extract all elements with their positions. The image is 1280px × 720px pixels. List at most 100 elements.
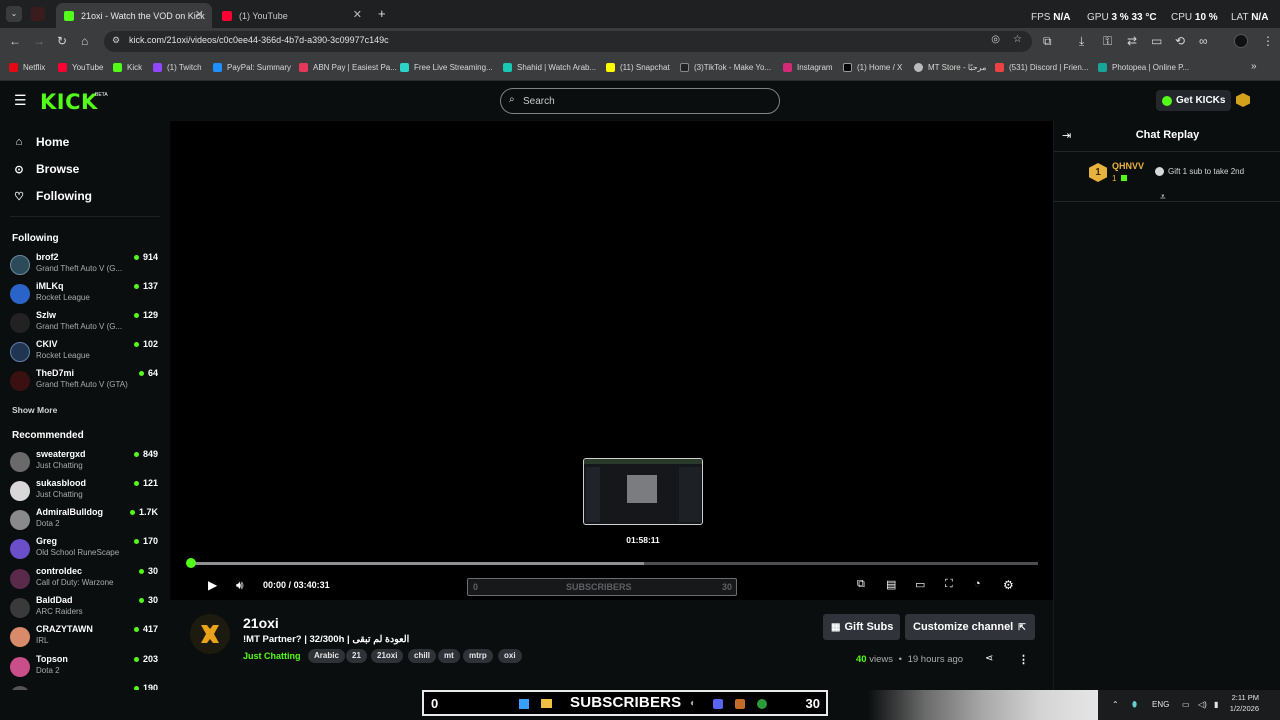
- sidebar-channel-partial[interactable]: 190: [10, 683, 160, 690]
- new-tab-button[interactable]: +: [378, 6, 386, 21]
- fullscreen-icon[interactable]: ⛶: [945, 578, 953, 591]
- nav-home[interactable]: ⌂ Home: [12, 135, 70, 149]
- bookmark-shahid[interactable]: Shahid | Watch Arab...: [503, 63, 596, 72]
- top-gifter-name[interactable]: QHNVV: [1112, 161, 1144, 171]
- get-kicks-button[interactable]: Get KICKs: [1156, 90, 1231, 111]
- more-bookmarks-icon[interactable]: »: [1251, 61, 1257, 72]
- customize-channel-button[interactable]: Customize channel ⇱: [905, 614, 1035, 640]
- translate-icon[interactable]: ⇄: [1127, 34, 1137, 48]
- language-indicator[interactable]: ENG: [1152, 700, 1169, 709]
- volume-icon[interactable]: ◁): [1198, 700, 1207, 709]
- taskbar-app-icon[interactable]: ◐: [690, 698, 696, 709]
- settings-gear-icon[interactable]: ⚙: [1003, 578, 1014, 592]
- file-explorer-icon[interactable]: [541, 699, 552, 708]
- progress-bar[interactable]: [191, 562, 1038, 565]
- sidebar-channel-ckiv[interactable]: CKIV Rocket League 102: [10, 339, 160, 367]
- home-icon[interactable]: ⌂: [81, 34, 88, 48]
- bookmark-abn[interactable]: ABN Pay | Easiest Pa...: [299, 63, 397, 72]
- bookmark-star-icon[interactable]: ☆: [1013, 34, 1022, 45]
- sidebar-channel-topson[interactable]: Topson Dota 2 203: [10, 654, 160, 682]
- sidebar-channel-imlkq[interactable]: iMLKq Rocket League 137: [10, 281, 160, 309]
- video-player[interactable]: 01:58:11 ▶ 🔊︎ 00:00 / 03:40:31 0 SUBSCRI…: [170, 121, 1053, 600]
- miniplayer-icon[interactable]: ⧉: [857, 578, 865, 591]
- category-link[interactable]: Just Chatting: [243, 651, 301, 661]
- tag[interactable]: mtrp: [463, 649, 493, 663]
- show-more-link[interactable]: Show More: [12, 405, 57, 415]
- hamburger-menu-icon[interactable]: ☰: [14, 92, 27, 109]
- nav-following[interactable]: ♡ Following: [12, 189, 92, 203]
- sidebar-channel-admiralbulldog[interactable]: AdmiralBulldog Dota 2 1.7K: [10, 507, 160, 535]
- sidebar-channel-thed7mi[interactable]: TheD7mi Grand Theft Auto V (GTA) 64: [10, 368, 160, 396]
- sidebar-channel-sukasblood[interactable]: sukasblood Just Chatting 121: [10, 478, 160, 506]
- xbox-icon[interactable]: [757, 699, 767, 709]
- gift-subs-button[interactable]: ▦ Gift Subs: [823, 614, 900, 640]
- gift-sub-prompt[interactable]: Gift 1 sub to take 2nd: [1155, 167, 1244, 176]
- card-icon[interactable]: ▭: [1151, 34, 1162, 48]
- battery-icon[interactable]: ▮: [1214, 700, 1218, 709]
- tray-app-icon[interactable]: ⬮: [1132, 700, 1137, 710]
- clip-icon[interactable]: ▤: [886, 578, 896, 591]
- tab-kick[interactable]: 21oxi - Watch the VOD on Kick ✕: [56, 3, 212, 28]
- playback-speed-icon[interactable]: ◔: [974, 578, 981, 590]
- tag[interactable]: mt: [438, 649, 460, 663]
- close-icon[interactable]: ✕: [195, 8, 204, 21]
- eye-off-icon[interactable]: ◎: [991, 34, 1000, 45]
- tab-youtube[interactable]: (1) YouTube ✕: [214, 3, 370, 28]
- theater-mode-icon[interactable]: ▭: [915, 578, 925, 591]
- clock[interactable]: 2:11 PM 1/2/2026: [1219, 692, 1259, 714]
- bookmark-streaming[interactable]: Free Live Streaming...: [400, 63, 493, 72]
- bookmark-instagram[interactable]: Instagram: [783, 63, 833, 72]
- pinned-tab[interactable]: [31, 7, 45, 21]
- sidebar-channel-controldec[interactable]: controldec Call of Duty: Warzone 30: [10, 566, 160, 594]
- history-icon[interactable]: ⟲: [1175, 34, 1185, 48]
- reload-icon[interactable]: ↻: [57, 34, 67, 48]
- sidebar-channel-balddad[interactable]: BaldDad ARC Raiders 30: [10, 595, 160, 623]
- bookmark-twitch[interactable]: (1) Twitch: [153, 63, 202, 72]
- back-icon[interactable]: ←: [9, 34, 21, 48]
- taskbar-app-icon[interactable]: [735, 699, 745, 709]
- forward-icon[interactable]: →: [33, 34, 45, 48]
- tag[interactable]: 21oxi: [371, 649, 404, 663]
- bookmark-tiktok[interactable]: (3)TikTok - Make Yo...: [680, 63, 771, 72]
- chevron-up-icon[interactable]: ⌃: [1112, 700, 1119, 709]
- link-icon[interactable]: ∞: [1199, 34, 1208, 48]
- bookmark-photopea[interactable]: Photopea | Online P...: [1098, 63, 1189, 72]
- kick-logo[interactable]: KICK: [40, 90, 98, 114]
- sidebar-channel-szlw[interactable]: Szlw Grand Theft Auto V (G... 129: [10, 310, 160, 338]
- tag[interactable]: Arabic: [308, 649, 345, 663]
- sidebar-channel-greg[interactable]: Greg Old School RuneScape 170: [10, 536, 160, 564]
- play-icon[interactable]: ▶: [208, 578, 217, 592]
- share-icon[interactable]: ⋖: [985, 653, 993, 664]
- scrub-handle[interactable]: [186, 558, 196, 568]
- bookmark-paypal[interactable]: PayPal: Summary: [213, 63, 291, 72]
- nav-browse[interactable]: ⊙ Browse: [12, 162, 79, 176]
- channel-name[interactable]: 21oxi: [243, 615, 279, 631]
- tag[interactable]: chill: [408, 649, 437, 663]
- channel-avatar[interactable]: [190, 614, 230, 654]
- password-icon[interactable]: ⚿: [1103, 34, 1112, 48]
- menu-icon[interactable]: ⋮: [1262, 34, 1274, 48]
- sidebar-channel-crazytawn[interactable]: CRAZYTAWN IRL 417: [10, 624, 160, 652]
- network-icon[interactable]: ▭: [1182, 700, 1190, 709]
- taskbar-app-icon[interactable]: [713, 699, 723, 709]
- bookmark-kick[interactable]: Kick: [113, 63, 142, 72]
- profile-avatar[interactable]: [1234, 34, 1248, 48]
- bookmark-discord[interactable]: (531) Discord | Frien...: [995, 63, 1088, 72]
- bookmark-x[interactable]: (1) Home / X: [843, 63, 902, 72]
- volume-icon[interactable]: 🔊︎: [236, 578, 244, 593]
- bookmark-youtube[interactable]: YouTube: [58, 63, 103, 72]
- search-input[interactable]: ⌕ Search: [500, 88, 780, 114]
- extensions-icon[interactable]: ⧉: [1043, 34, 1052, 48]
- tag[interactable]: oxi: [498, 649, 522, 663]
- bookmark-netflix[interactable]: Netflix: [9, 63, 45, 72]
- tag[interactable]: 21: [346, 649, 367, 663]
- more-options-icon[interactable]: ⋮: [1018, 653, 1029, 666]
- download-icon[interactable]: ⤓: [1079, 34, 1084, 48]
- address-bar[interactable]: ⚙ kick.com/21oxi/videos/c0c0ee44-366d-4b…: [104, 31, 1032, 52]
- close-icon[interactable]: ✕: [353, 8, 362, 21]
- bookmark-mt-store[interactable]: MT Store - مرحبًا: [914, 63, 986, 72]
- windows-start-icon[interactable]: [519, 699, 529, 709]
- sidebar-channel-sweatergxd[interactable]: sweatergxd Just Chatting 849: [10, 449, 160, 477]
- site-info-icon[interactable]: ⚙: [112, 35, 120, 46]
- user-avatar[interactable]: [1236, 93, 1250, 107]
